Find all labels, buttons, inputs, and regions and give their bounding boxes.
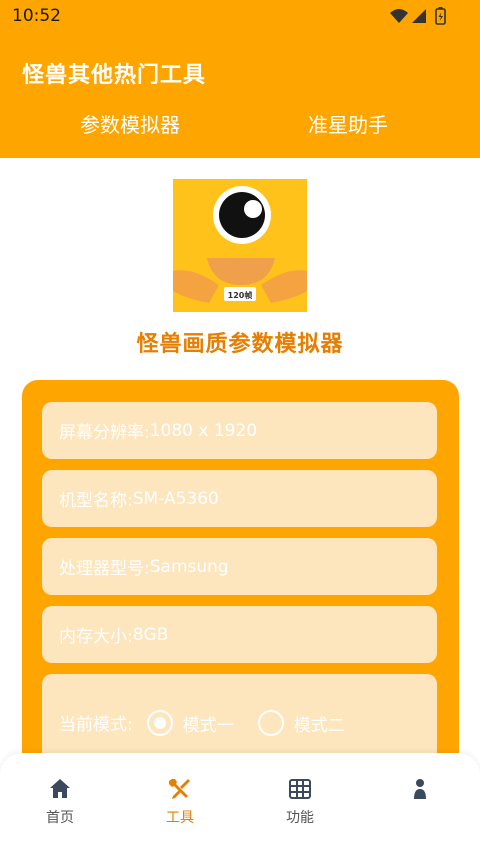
nav-home[interactable]: 首页 <box>20 777 100 827</box>
app-logo: 120帧 <box>173 179 307 312</box>
resolution-field: 屏幕分辨率: 1080 x 1920 <box>42 402 437 459</box>
memory-field: 内存大小: 8GB <box>42 606 437 663</box>
model-field: 机型名称: SM-A5360 <box>42 470 437 527</box>
model-label: 机型名称: <box>59 491 133 511</box>
profile-icon <box>414 779 426 799</box>
mode-label: 当前模式: <box>59 715 133 735</box>
page-title: 怪兽画质参数模拟器 <box>136 332 344 357</box>
nav-functions[interactable]: 功能 <box>260 777 340 827</box>
bottom-nav: 首页 工具 功能 <box>0 753 480 853</box>
mode-two-label: 模式二 <box>293 715 345 736</box>
status-icons <box>390 7 446 25</box>
logo-badge: 120帧 <box>227 291 253 300</box>
battery-icon <box>435 7 446 25</box>
processor-label: 处理器型号: <box>59 559 150 579</box>
status-bar: 10:52 <box>0 0 480 34</box>
processor-field: 处理器型号: Samsung <box>42 538 437 595</box>
model-value: SM-A5360 <box>132 488 219 509</box>
tools-icon <box>169 779 190 799</box>
parameter-panel: 屏幕分辨率: 1080 x 1920 机型名称: SM-A5360 处理器型号:… <box>22 380 459 780</box>
wifi-icon <box>390 9 408 23</box>
resolution-label: 屏幕分辨率: <box>59 423 150 443</box>
radio-unchecked-icon[interactable] <box>257 710 284 736</box>
memory-label: 内存大小: <box>59 627 133 647</box>
app-title: 怪兽其他热门工具 <box>22 63 207 88</box>
nav-tools-label: 工具 <box>166 810 194 826</box>
nav-home-label: 首页 <box>46 810 74 826</box>
resolution-value: 1080 x 1920 <box>149 420 258 441</box>
tab-crosshair-assistant[interactable]: 准星助手 <box>228 109 468 138</box>
tab-parameter-simulator[interactable]: 参数模拟器 <box>10 109 250 138</box>
signal-icon <box>412 9 426 23</box>
status-time: 10:52 <box>12 6 61 26</box>
mode-one-label: 模式一 <box>182 715 234 736</box>
nav-profile[interactable] <box>380 777 460 807</box>
home-icon <box>50 779 70 798</box>
mode-two-option[interactable]: 模式二 <box>257 710 345 736</box>
processor-value: Samsung <box>149 556 229 577</box>
nav-tools[interactable]: 工具 <box>140 777 220 827</box>
nav-functions-label: 功能 <box>286 810 314 826</box>
radio-checked-icon[interactable] <box>146 710 173 736</box>
app-header: 怪兽其他热门工具 参数模拟器 准星助手 <box>0 34 480 158</box>
memory-value: 8GB <box>132 624 169 645</box>
grid-icon <box>289 779 311 799</box>
mode-one-option[interactable]: 模式一 <box>146 710 234 736</box>
